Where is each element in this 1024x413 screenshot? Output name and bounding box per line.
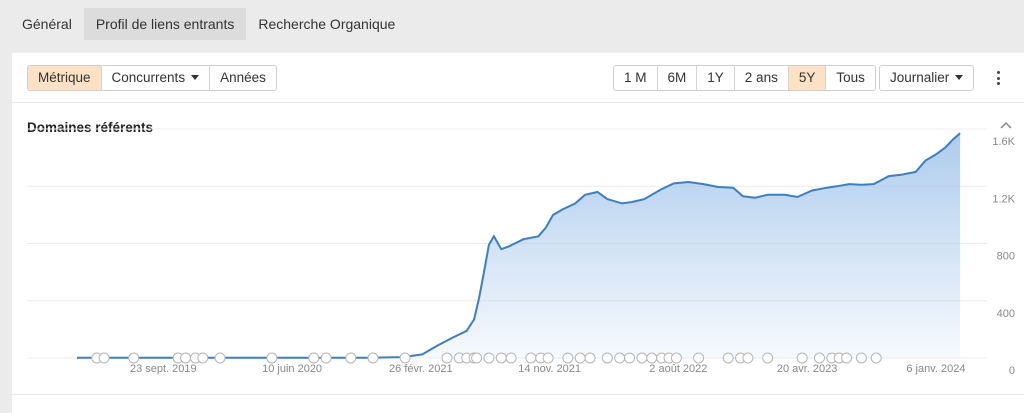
toolbar-divider bbox=[12, 102, 1024, 103]
event-marker[interactable] bbox=[624, 352, 636, 364]
event-marker[interactable] bbox=[722, 352, 734, 364]
event-marker[interactable] bbox=[796, 352, 808, 364]
interval-dropdown[interactable]: Journalier bbox=[879, 65, 975, 91]
range-1m-button[interactable]: 1 M bbox=[614, 66, 658, 90]
top-navigation: Général Profil de liens entrants Recherc… bbox=[10, 8, 407, 40]
event-marker[interactable] bbox=[574, 352, 586, 364]
tab-general[interactable]: Général bbox=[10, 8, 84, 40]
y-tick-label: 400 bbox=[997, 308, 1015, 320]
event-marker[interactable] bbox=[214, 352, 226, 364]
event-marker[interactable] bbox=[584, 352, 596, 364]
chevron-down-icon bbox=[955, 75, 964, 80]
more-options-icon[interactable] bbox=[992, 69, 1004, 87]
x-tick-label: 14 nov. 2021 bbox=[518, 363, 581, 375]
event-marker[interactable] bbox=[562, 352, 574, 364]
y-tick-label: 0 bbox=[1009, 365, 1015, 377]
event-marker[interactable] bbox=[98, 352, 110, 364]
event-marker[interactable] bbox=[646, 352, 658, 364]
y-tick-label: 1.6K bbox=[992, 136, 1015, 148]
y-axis-labels: 0 400 800 1.2K 1.6K bbox=[992, 136, 1015, 377]
event-marker[interactable] bbox=[345, 352, 357, 364]
event-marker[interactable] bbox=[693, 352, 705, 364]
event-marker[interactable] bbox=[505, 352, 517, 364]
y-tick-label: 800 bbox=[997, 251, 1015, 263]
x-tick-label: 6 janv. 2024 bbox=[906, 363, 965, 375]
event-marker[interactable] bbox=[399, 352, 411, 364]
event-marker[interactable] bbox=[670, 352, 682, 364]
event-marker[interactable] bbox=[762, 352, 774, 364]
chart-toolbar: Métrique Concurrents Années 1 M 6M 1Y 2 … bbox=[27, 65, 1012, 91]
event-marker[interactable] bbox=[367, 352, 379, 364]
metric-button[interactable]: Métrique bbox=[28, 66, 102, 90]
event-marker[interactable] bbox=[542, 352, 554, 364]
tab-backlink-profile[interactable]: Profil de liens entrants bbox=[83, 8, 247, 40]
range-button-group: 1 M 6M 1Y 2 ans 5Y Tous bbox=[613, 65, 876, 91]
event-marker[interactable] bbox=[483, 352, 495, 364]
view-button-group: Métrique Concurrents Années bbox=[27, 65, 277, 91]
event-marker[interactable] bbox=[471, 352, 483, 364]
x-axis-labels: 23 sept. 2019 10 juin 2020 26 févr. 2021 14… bbox=[130, 363, 965, 375]
interval-label: Journalier bbox=[890, 70, 950, 85]
event-marker[interactable] bbox=[197, 352, 209, 364]
range-2y-button[interactable]: 2 ans bbox=[735, 66, 789, 90]
event-marker[interactable] bbox=[320, 352, 332, 364]
chart-area-fill bbox=[77, 133, 961, 358]
event-marker[interactable] bbox=[180, 352, 192, 364]
x-tick-label: 20 avr. 2023 bbox=[777, 363, 838, 375]
range-5y-button[interactable]: 5Y bbox=[788, 66, 827, 90]
years-button[interactable]: Années bbox=[210, 66, 276, 90]
event-marker[interactable] bbox=[855, 352, 867, 364]
event-marker[interactable] bbox=[813, 352, 825, 364]
range-6m-button[interactable]: 6M bbox=[658, 66, 698, 90]
event-marker[interactable] bbox=[441, 352, 453, 364]
range-1y-button[interactable]: 1Y bbox=[697, 66, 735, 90]
event-marker[interactable] bbox=[525, 352, 537, 364]
x-tick-label: 10 juin 2020 bbox=[262, 363, 322, 375]
event-marker[interactable] bbox=[266, 352, 278, 364]
chart-panel: Métrique Concurrents Années 1 M 6M 1Y 2 … bbox=[12, 53, 1024, 413]
event-marker[interactable] bbox=[742, 352, 754, 364]
competitors-dropdown[interactable]: Concurrents bbox=[102, 66, 211, 90]
x-tick-label: 2 août 2022 bbox=[649, 363, 707, 375]
competitors-label: Concurrents bbox=[111, 70, 186, 85]
x-tick-label: 26 févr. 2021 bbox=[389, 363, 453, 375]
x-tick-label: 23 sept. 2019 bbox=[130, 363, 197, 375]
chart-area: 23 sept. 2019 10 juin 2020 26 févr. 2021 14… bbox=[27, 128, 1016, 377]
panel-bottom-divider bbox=[12, 394, 1024, 395]
event-marker[interactable] bbox=[601, 352, 613, 364]
tab-organic-search[interactable]: Recherche Organique bbox=[246, 8, 407, 40]
event-marker[interactable] bbox=[636, 352, 648, 364]
chevron-down-icon bbox=[191, 75, 200, 80]
event-marker[interactable] bbox=[495, 352, 507, 364]
event-marker[interactable] bbox=[870, 352, 882, 364]
event-marker[interactable] bbox=[128, 352, 140, 364]
y-tick-label: 1.2K bbox=[992, 193, 1015, 205]
event-marker[interactable] bbox=[308, 352, 320, 364]
event-marker[interactable] bbox=[841, 352, 853, 364]
range-all-button[interactable]: Tous bbox=[826, 66, 875, 90]
event-marker[interactable] bbox=[614, 352, 626, 364]
